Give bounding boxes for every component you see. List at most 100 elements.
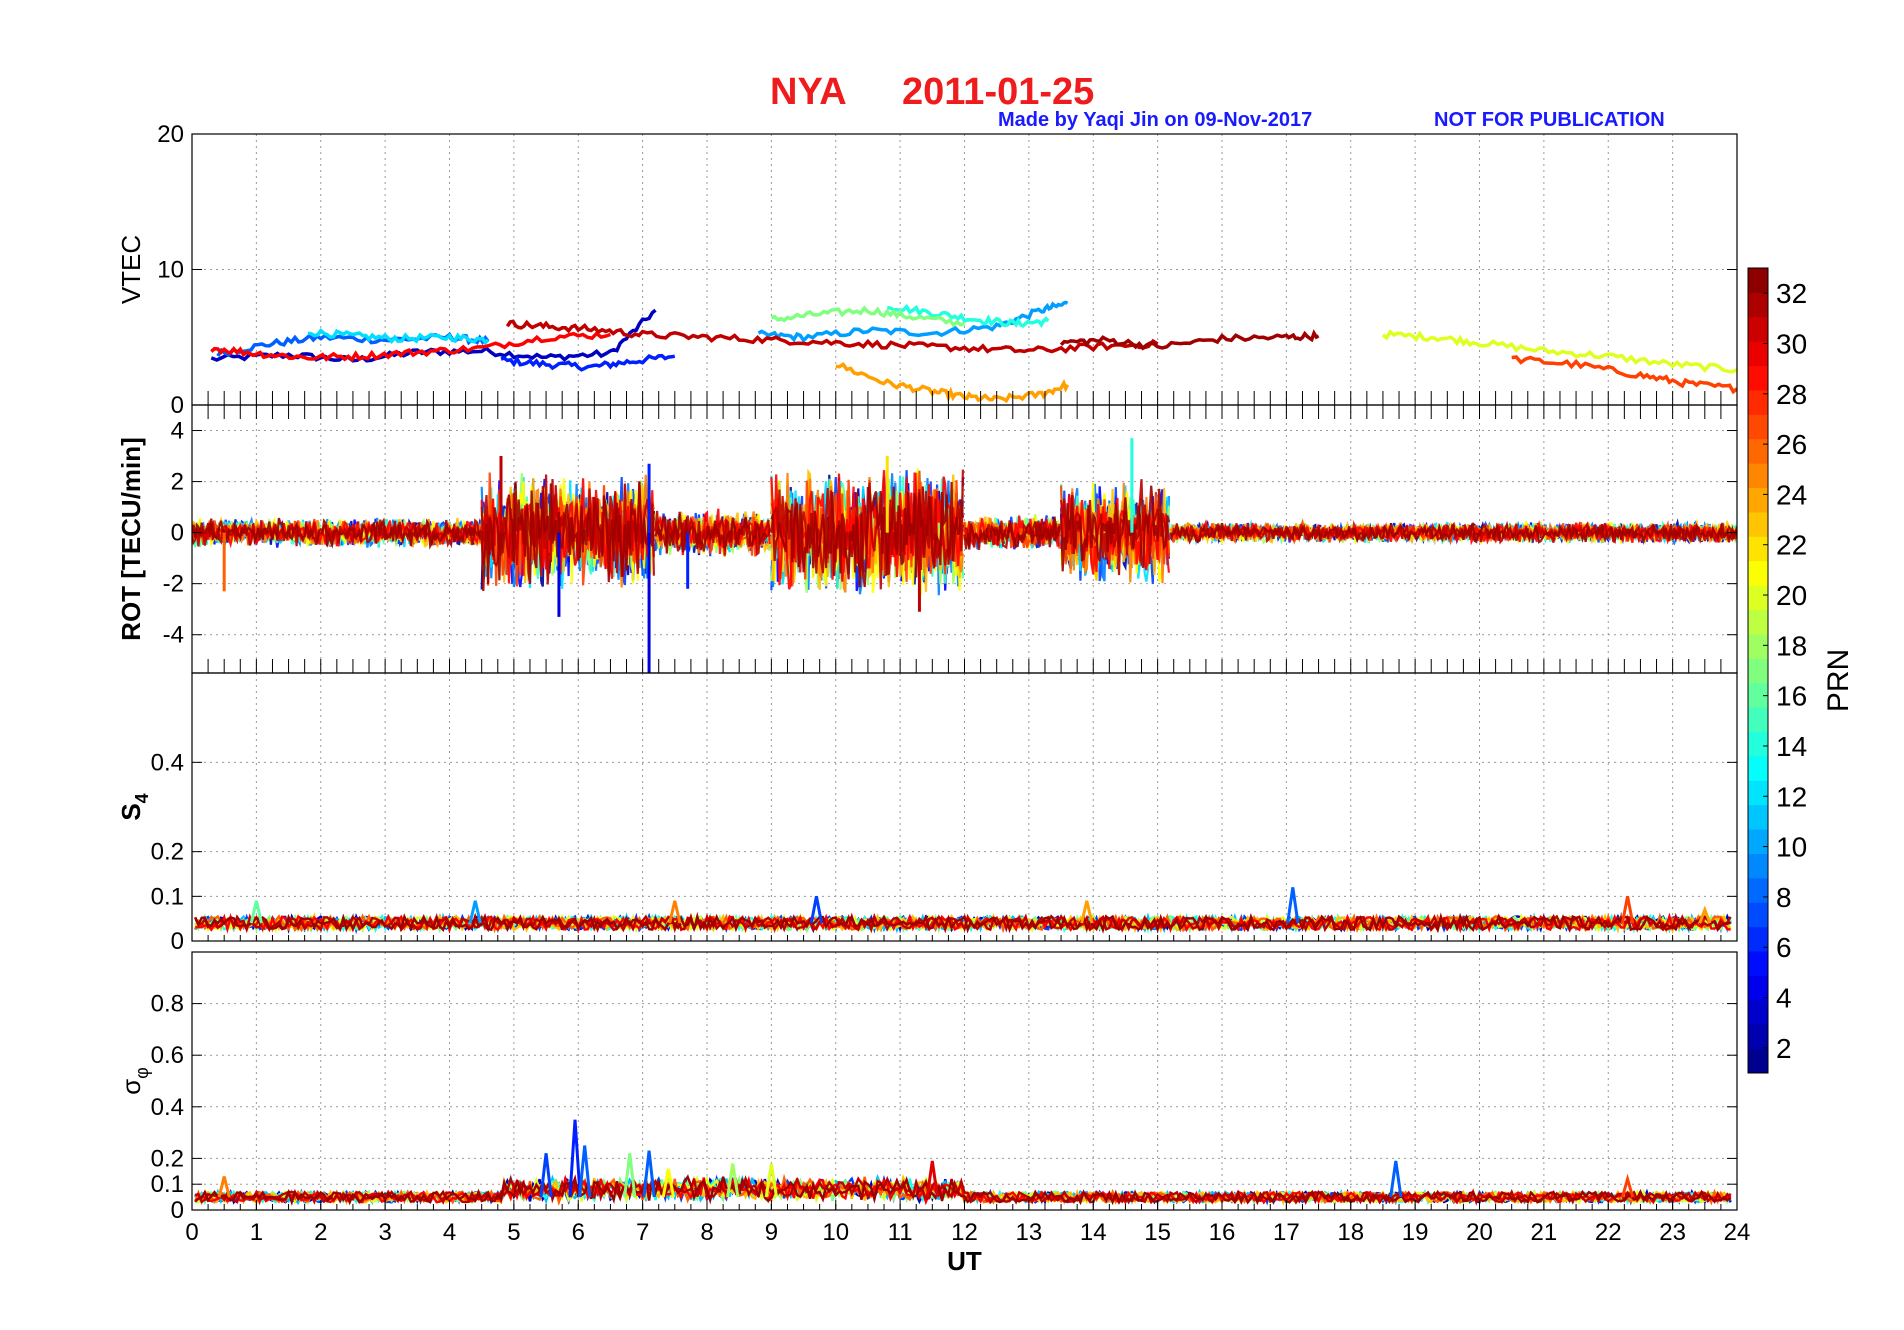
y-tick-label: 0.2 (151, 1145, 184, 1172)
colorbar-cell (1748, 853, 1768, 879)
xticks-s4 (191, 935, 1738, 941)
colorbar-tick-label: 20 (1776, 580, 1807, 611)
x-tick-label: 6 (572, 1219, 585, 1246)
x-tick-label: 2 (314, 1219, 327, 1246)
colorbar-label: PRN (1822, 649, 1855, 712)
colorbar-tick-label: 12 (1776, 781, 1807, 812)
panels-group: 01020VTEC-4-2024ROT [TECU/min]00.10.20.4… (116, 121, 1750, 1276)
y-tick-label: 0.4 (151, 1094, 184, 1121)
x-tick-label: 5 (507, 1219, 520, 1246)
y-tick-label: 2 (171, 469, 184, 496)
colorbar-cell (1748, 707, 1768, 732)
data-s4 (194, 887, 1732, 935)
x-tick-label: 8 (700, 1219, 713, 1246)
xticks-vtec (191, 391, 1738, 405)
vtec-series-prn-32 (1059, 329, 1320, 351)
colorbar-tick-label: 18 (1776, 630, 1807, 661)
colorbar-cell (1748, 633, 1768, 659)
panel-rot: -4 -2 0 2 4 ROT [TECU/min] (116, 404, 1738, 674)
colorbar-tick-label: 26 (1776, 429, 1807, 460)
y-tick-label: 0.8 (151, 991, 184, 1018)
x-tick-label: 17 (1273, 1219, 1300, 1246)
colorbar-cell (1748, 463, 1768, 489)
grid-sigma_phi (192, 952, 1737, 1210)
vtec-series-prn-17 (770, 305, 965, 328)
colorbar-cell (1748, 951, 1768, 976)
colorbar-cell (1748, 316, 1768, 342)
y-tick-label: 10 (157, 257, 184, 284)
y-tick-label: 0 (171, 1197, 184, 1224)
x-tick-label: 13 (1016, 1219, 1043, 1246)
title-date: 2011-01-25 (902, 71, 1094, 113)
s4-spike-prn-8 (1286, 887, 1300, 924)
x-tick-label: 14 (1080, 1219, 1107, 1246)
x-tick-label: 18 (1337, 1219, 1364, 1246)
colorbar-cell (1748, 682, 1768, 708)
panel-s4: 0 0.1 0.2 0.4 S4 (116, 672, 1738, 955)
frame-sigma_phi (191, 951, 1738, 1211)
ylabel-subscript: 4 (132, 793, 152, 803)
frame-vtec (191, 133, 1738, 406)
x-tick-label: 20 (1466, 1219, 1493, 1246)
figure-canvas: NYA 2011-01-25 Made by Yaqi Jin on 09-No… (116, 71, 1855, 1276)
x-tick-label: 16 (1209, 1219, 1236, 1246)
credit-text: Made by Yaqi Jin on 09-Nov-2017 (998, 109, 1312, 131)
x-tick-label: 22 (1595, 1219, 1622, 1246)
colorbar-cell (1748, 902, 1768, 928)
panel-vtec: 0 10 20 VTEC (116, 121, 1738, 419)
ylabel-subscript: φ (132, 1067, 152, 1079)
y-tick-label: 0.6 (151, 1042, 184, 1069)
x-tick-label: 10 (822, 1219, 849, 1246)
colorbar-tick-label: 16 (1776, 681, 1807, 712)
x-tick-label: 23 (1659, 1219, 1686, 1246)
y-tick-label: 0.4 (151, 749, 184, 776)
x-tick-label: 24 (1724, 1219, 1751, 1246)
colorbar-cell (1748, 365, 1768, 391)
colorbar-cell (1748, 438, 1768, 464)
x-tick-label: 9 (765, 1219, 778, 1246)
colorbar-tick-label: 8 (1776, 882, 1792, 913)
vtec-series-prn-27 (1511, 355, 1737, 395)
colorbar-tick-label: 32 (1776, 278, 1807, 309)
y-tick-label: 4 (171, 418, 184, 445)
colorbar-cell (1748, 877, 1768, 903)
grid-vtec (192, 134, 1737, 405)
colorbar-tick-label: 6 (1776, 932, 1792, 963)
colorbar-tick-label: 22 (1776, 530, 1807, 561)
colorbar: 2468101214161820222426283032PRN (1747, 267, 1855, 1074)
colorbar-tick-label: 28 (1776, 379, 1807, 410)
colorbar-cell (1748, 341, 1768, 367)
x-tick-label: 0 (185, 1219, 198, 1246)
vtec-series-prn-24 (835, 362, 1070, 404)
ylabel-vtec: VTEC (116, 235, 146, 304)
colorbar-cell (1748, 487, 1768, 513)
colorbar-tick-label: 10 (1776, 832, 1807, 863)
y-tick-label: 0 (171, 392, 184, 419)
colorbar-cell (1748, 780, 1768, 806)
colorbar-tick-label: 24 (1776, 479, 1807, 510)
y-tick-label: 0 (171, 928, 184, 955)
title-station: NYA (770, 71, 847, 113)
colorbar-cell (1748, 511, 1768, 537)
y-tick-label: 20 (157, 121, 184, 148)
colorbar-tick-label: 2 (1776, 1033, 1792, 1064)
colorbar-cell (1748, 292, 1768, 318)
colorbar-cell (1748, 268, 1768, 293)
y-tick-label: 0.2 (151, 839, 184, 866)
x-tick-label: 15 (1144, 1219, 1171, 1246)
colorbar-cell (1748, 585, 1768, 611)
vtec-series-prn-20 (1381, 329, 1737, 374)
colorbar-cell (1748, 926, 1768, 952)
x-tick-label: 4 (443, 1219, 456, 1246)
colorbar-cell (1748, 999, 1768, 1025)
grid-s4 (192, 673, 1737, 941)
colorbar-cell (1748, 658, 1768, 684)
panel-sigma_phi: 00.10.20.40.60.8σφ0 1 2 3 4 5 6 7 8 9 10 11 12 13 14 15… (116, 951, 1751, 1276)
colorbar-tick-label: 14 (1776, 731, 1807, 762)
x-tick-label: 21 (1531, 1219, 1558, 1246)
y-tick-label: 0 (171, 520, 184, 547)
colorbar-cell (1748, 609, 1768, 635)
y-tick-label: -4 (163, 622, 184, 649)
colorbar-cell (1748, 414, 1768, 440)
colorbar-cell (1748, 755, 1768, 781)
